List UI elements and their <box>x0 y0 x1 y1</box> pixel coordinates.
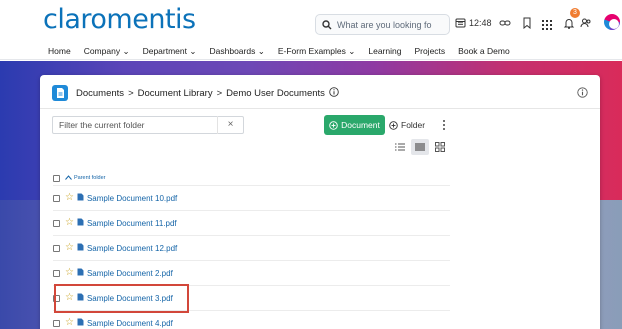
star-icon[interactable]: ☆ <box>65 268 74 278</box>
pdf-file-icon <box>77 193 84 203</box>
nav-item-projects[interactable]: Projects <box>414 46 445 57</box>
pdf-file-icon <box>77 218 84 228</box>
list-view-icon <box>395 143 405 151</box>
pdf-file-icon <box>77 268 84 278</box>
notification-badge: 3 <box>570 8 580 18</box>
view-grid-button[interactable] <box>431 139 449 155</box>
folder-info-icon[interactable] <box>329 86 339 100</box>
panel-divider <box>40 108 600 109</box>
star-icon[interactable]: ☆ <box>65 318 74 328</box>
more-options-button[interactable] <box>438 115 450 135</box>
breadcrumb-item-library[interactable]: Document Library <box>138 88 213 99</box>
apps-grid-icon[interactable] <box>542 17 552 35</box>
main-nav: Home Company ⌄ Department ⌄ Dashboards ⌄… <box>48 46 523 57</box>
search-input[interactable]: What are you looking fo <box>315 14 450 35</box>
file-name[interactable]: Sample Document 12.pdf <box>87 244 177 253</box>
chevron-up-icon <box>65 174 72 182</box>
file-name[interactable]: Sample Document 10.pdf <box>87 194 177 203</box>
checkbox[interactable] <box>53 319 60 327</box>
breadcrumb: Documents > Document Library > Demo User… <box>52 81 339 105</box>
documents-app-icon <box>52 85 68 101</box>
logo[interactable]: claromentis <box>43 4 196 35</box>
star-icon[interactable]: ☆ <box>65 243 74 253</box>
nav-label: Company <box>83 46 121 56</box>
checkbox[interactable] <box>53 194 60 202</box>
bookmark-icon[interactable] <box>521 16 533 34</box>
file-row[interactable]: ☆ Sample Document 12.pdf <box>53 236 450 261</box>
breadcrumb-item-current: Demo User Documents <box>226 87 325 99</box>
parent-folder-row[interactable]: Parent folder <box>53 171 450 186</box>
view-list-button[interactable] <box>391 139 409 155</box>
breadcrumb-separator: > <box>128 87 134 99</box>
pdf-file-icon <box>77 243 84 253</box>
file-name[interactable]: Sample Document 11.pdf <box>87 219 177 228</box>
file-name[interactable]: Sample Document 4.pdf <box>87 319 173 328</box>
nav-item-book-demo[interactable]: Book a Demo <box>458 46 510 57</box>
nav-label: E-Form Examples <box>277 46 346 56</box>
add-document-label: Document <box>341 120 380 130</box>
link-icon[interactable] <box>499 16 511 34</box>
nav-item-learning[interactable]: Learning <box>368 46 401 57</box>
nav-item-department[interactable]: Department ⌄ <box>143 46 197 57</box>
user-avatar[interactable] <box>604 14 620 30</box>
checkbox[interactable] <box>53 269 60 277</box>
add-document-button[interactable]: Document <box>324 115 385 135</box>
file-row[interactable]: ☆ Sample Document 4.pdf <box>53 311 450 329</box>
nav-label: Learning <box>368 46 402 56</box>
highlight-box <box>54 284 189 313</box>
chevron-down-icon: ⌄ <box>257 46 265 56</box>
detailed-list-icon <box>415 143 425 151</box>
file-name[interactable]: Sample Document 2.pdf <box>87 269 173 278</box>
filter-input[interactable]: Filter the current folder <box>52 116 244 134</box>
file-row[interactable]: ☆ Sample Document 11.pdf <box>53 211 450 236</box>
nav-label: Dashboards <box>209 46 256 56</box>
add-folder-label: Folder <box>401 120 426 130</box>
plus-circle-icon <box>389 120 398 130</box>
bell-icon[interactable] <box>563 16 575 34</box>
file-row[interactable]: ☆ Sample Document 10.pdf <box>53 186 450 211</box>
chevron-down-icon: ⌄ <box>348 46 356 56</box>
info-icon[interactable] <box>577 85 588 103</box>
nav-label: Book a Demo <box>458 46 510 56</box>
nav-label: Home <box>48 46 71 56</box>
nav-item-eform-examples[interactable]: E-Form Examples ⌄ <box>278 46 356 57</box>
view-detailed-list-button[interactable] <box>411 139 429 155</box>
top-header: claromentis What are you looking fo 12:4… <box>0 0 622 60</box>
search-icon <box>322 19 332 29</box>
search-placeholder: What are you looking fo <box>337 19 432 30</box>
breadcrumb-item-documents[interactable]: Documents <box>76 88 124 99</box>
calendar-icon <box>455 18 466 28</box>
nav-item-home[interactable]: Home <box>48 46 71 57</box>
chevron-down-icon: ⌄ <box>122 46 130 56</box>
breadcrumb-separator: > <box>216 87 223 99</box>
pdf-file-icon <box>77 318 84 328</box>
nav-label: Projects <box>414 46 446 56</box>
grid-view-icon <box>435 142 445 152</box>
checkbox[interactable] <box>53 174 60 182</box>
checkbox[interactable] <box>53 219 60 227</box>
nav-label: Department <box>142 46 187 56</box>
people-icon[interactable] <box>580 16 592 34</box>
file-row[interactable]: ☆ Sample Document 2.pdf <box>53 261 450 286</box>
parent-folder-label: Parent folder <box>74 175 106 181</box>
plus-circle-icon <box>329 120 338 130</box>
clear-filter-button[interactable]: × <box>217 116 243 134</box>
star-icon[interactable]: ☆ <box>65 218 74 228</box>
clock[interactable]: 12:48 <box>455 17 492 28</box>
nav-item-company[interactable]: Company ⌄ <box>84 46 130 57</box>
star-icon[interactable]: ☆ <box>65 193 74 203</box>
nav-item-dashboards[interactable]: Dashboards ⌄ <box>210 46 265 57</box>
chevron-down-icon: ⌄ <box>189 46 197 56</box>
checkbox[interactable] <box>53 244 60 252</box>
add-folder-button[interactable]: Folder <box>389 115 435 135</box>
clock-time: 12:48 <box>469 17 492 28</box>
